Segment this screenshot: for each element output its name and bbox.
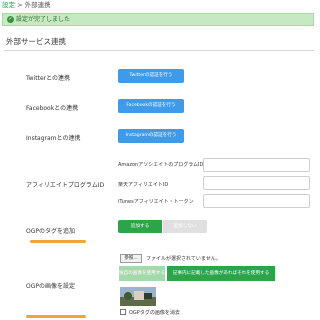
twitter-auth-button[interactable]: Twitterの認証を行う [118, 69, 184, 83]
ogp-image-label: OGPの画像を設定 [26, 283, 75, 290]
breadcrumb-separator: > [17, 1, 23, 9]
file-browse-button[interactable]: 参照... [120, 254, 142, 263]
amazon-associate-input[interactable] [203, 158, 310, 172]
title-divider [4, 50, 314, 51]
facebook-auth-button[interactable]: Facebookの認証を行う [118, 99, 184, 113]
rakuten-affiliate-label: 楽天アフィリエイトID [118, 182, 169, 188]
use-article-image-button[interactable]: 記事内に記載した画像があればそれを使用する [167, 266, 275, 281]
itunes-affiliate-input[interactable] [203, 194, 310, 208]
annotation-underline [30, 240, 86, 243]
success-alert: ✓ 設定が完了しました [2, 13, 314, 26]
breadcrumb-home-link[interactable]: 設定 [2, 1, 15, 9]
instagram-label: Instagramとの連携 [26, 135, 81, 142]
file-status-text: ファイルが選択されていません。 [146, 256, 221, 262]
ogp-tag-on-button[interactable]: 追加する [118, 220, 162, 233]
amazon-associate-label: AmazonアソシエイトのプログラムID [118, 162, 204, 168]
alert-text: 設定が完了しました [16, 16, 71, 23]
check-icon: ✓ [7, 16, 14, 23]
breadcrumb: 設定 > 外部連携 [0, 0, 317, 10]
annotation-underline [26, 315, 86, 318]
ogp-image-thumbnail [120, 287, 156, 306]
page-title: 外部サービス連携 [6, 37, 66, 46]
facebook-label: Facebookとの連携 [26, 105, 79, 112]
rakuten-affiliate-input[interactable] [203, 176, 310, 190]
affiliate-label: アフィリエイトプログラムID [26, 182, 105, 189]
remove-ogp-image-label: OGPタグの画像を消去 [129, 310, 180, 316]
ogp-tag-label: OGPのタグを追加 [26, 228, 75, 235]
breadcrumb-current: 外部連携 [24, 1, 51, 9]
instagram-auth-button[interactable]: Instagramの認証を行う [118, 129, 184, 143]
twitter-label: Twitterとの連携 [26, 75, 71, 82]
ogp-tag-off-button[interactable]: 追加しない [163, 220, 207, 233]
use-custom-image-button[interactable]: 独自の画像を使用する [119, 266, 165, 281]
itunes-affiliate-label: iTunesアフィリエイト・トークン [118, 199, 194, 205]
image-preview-icon [120, 287, 156, 306]
remove-ogp-image-checkbox[interactable] [120, 309, 126, 315]
